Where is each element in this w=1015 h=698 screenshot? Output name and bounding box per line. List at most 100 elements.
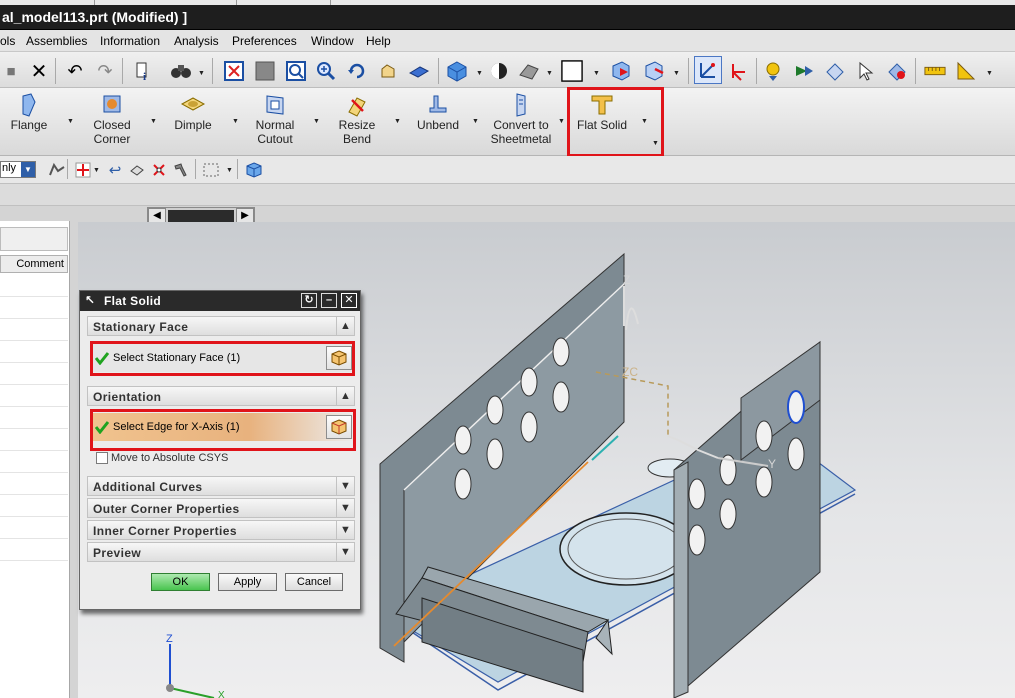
delete-icon[interactable]: ✕ bbox=[28, 60, 50, 83]
stationary-face-highlight bbox=[90, 341, 355, 376]
unbend-icon bbox=[424, 92, 452, 118]
outer-corner-section[interactable]: Outer Corner Properties ▼ bbox=[87, 498, 355, 518]
cube-icon[interactable] bbox=[243, 159, 265, 181]
menu-help[interactable]: Help bbox=[366, 34, 391, 48]
menu-information[interactable]: Information bbox=[100, 34, 160, 48]
normal-cutout-button[interactable]: Normal Cutout bbox=[250, 92, 300, 146]
zoom-in-out-icon[interactable] bbox=[315, 60, 337, 82]
selection-box-icon[interactable] bbox=[200, 159, 222, 181]
reset-icon[interactable]: ↻ bbox=[301, 293, 317, 308]
edge-display-icon[interactable] bbox=[518, 60, 540, 82]
inner-corner-section[interactable]: Inner Corner Properties ▼ bbox=[87, 520, 355, 540]
zoom-icon[interactable] bbox=[285, 60, 307, 82]
orientation-section[interactable]: Orientation ▲ bbox=[87, 386, 355, 406]
svg-text:i: i bbox=[143, 71, 146, 81]
zoom-window-icon[interactable] bbox=[254, 60, 276, 82]
orientation-highlight bbox=[90, 409, 356, 451]
intersection-icon[interactable] bbox=[148, 159, 170, 181]
tool-3-icon[interactable] bbox=[824, 60, 846, 82]
snap-point-icon[interactable] bbox=[72, 159, 94, 181]
measure-icon[interactable] bbox=[924, 60, 946, 82]
dimple-button[interactable]: Dimple bbox=[170, 92, 216, 132]
additional-curves-section[interactable]: Additional Curves ▼ bbox=[87, 476, 355, 496]
selection-toolbar: nly ▼ ▼ ↩ ▼ bbox=[0, 156, 1015, 184]
scroll-thumb[interactable] bbox=[168, 210, 234, 222]
view-orient-icon[interactable] bbox=[610, 60, 632, 82]
color-box-icon[interactable] bbox=[561, 60, 583, 82]
z-axis-label: Z bbox=[623, 273, 630, 287]
dialog-icon: ↖ bbox=[85, 293, 96, 307]
chevron-down-icon: ▼ bbox=[21, 162, 35, 177]
rendering-style-icon[interactable] bbox=[446, 60, 468, 82]
flange-button[interactable]: Flange bbox=[8, 92, 50, 132]
navigator-header bbox=[0, 227, 68, 251]
snap-view-icon[interactable] bbox=[643, 60, 665, 82]
cursor-icon[interactable] bbox=[855, 60, 877, 82]
tool-1-icon[interactable] bbox=[762, 60, 784, 82]
move-to-absolute-csys-checkbox[interactable]: Move to Absolute CSYS bbox=[96, 452, 228, 465]
csys-x-label: X bbox=[218, 690, 225, 698]
resource-bar bbox=[0, 184, 1015, 206]
redo-icon[interactable]: ↷ bbox=[94, 60, 116, 82]
menu-bar: ols Assemblies Information Analysis Pref… bbox=[0, 30, 1015, 52]
pan-icon[interactable] bbox=[377, 60, 399, 82]
window-tab-strip bbox=[0, 0, 1015, 5]
menu-analysis[interactable]: Analysis bbox=[174, 34, 219, 48]
binoculars-icon[interactable] bbox=[170, 60, 192, 82]
zc-label: ZC bbox=[622, 365, 638, 379]
curve-rule-icon[interactable]: ↩ bbox=[104, 159, 126, 181]
unbend-button[interactable]: Unbend bbox=[414, 92, 462, 132]
chevron-down-icon[interactable]: ▼ bbox=[336, 477, 354, 495]
resize-bend-button[interactable]: Resize Bend bbox=[334, 92, 380, 146]
cancel-button[interactable]: Cancel bbox=[285, 573, 343, 591]
resize-bend-icon bbox=[343, 92, 371, 118]
selection-filter-select[interactable]: nly ▼ bbox=[0, 161, 36, 178]
wcs-icon[interactable] bbox=[694, 56, 722, 84]
fit-icon[interactable] bbox=[223, 60, 245, 82]
dialog-title-bar[interactable]: ↖ Flat Solid ↻ – ✕ bbox=[80, 291, 360, 311]
select-information-icon[interactable]: i bbox=[133, 60, 155, 82]
tool-2-icon[interactable] bbox=[793, 60, 815, 82]
menu-tools[interactable]: ols bbox=[0, 34, 15, 48]
flat-solid-dialog: ↖ Flat Solid ↻ – ✕ Stationary Face ▲ Sel… bbox=[79, 290, 361, 610]
paste-icon[interactable]: ■ bbox=[0, 60, 22, 82]
y-axis-label: Y bbox=[768, 457, 776, 471]
tool-4-icon[interactable] bbox=[886, 60, 908, 82]
stationary-face-section[interactable]: Stationary Face ▲ bbox=[87, 316, 355, 336]
closed-corner-button[interactable]: Closed Corner bbox=[86, 92, 138, 146]
background-icon[interactable] bbox=[488, 60, 510, 82]
perspective-icon[interactable] bbox=[408, 60, 430, 82]
convert-to-sheetmetal-icon bbox=[507, 92, 535, 118]
closed-corner-icon bbox=[98, 92, 126, 118]
chevron-up-icon[interactable]: ▲ bbox=[336, 317, 354, 335]
chevron-down-icon[interactable]: ▼ bbox=[336, 543, 354, 561]
title-bar: al_model113.prt (Modified) ] bbox=[0, 0, 1015, 30]
wcs-dynamics-icon[interactable] bbox=[727, 60, 749, 82]
close-icon[interactable]: ✕ bbox=[341, 293, 357, 308]
preview-section[interactable]: Preview ▼ bbox=[87, 542, 355, 562]
face-rule-icon[interactable] bbox=[126, 159, 148, 181]
menu-assemblies[interactable]: Assemblies bbox=[26, 34, 87, 48]
window-title: al_model113.prt (Modified) ] bbox=[2, 9, 188, 25]
tool-hammer-icon[interactable] bbox=[170, 159, 192, 181]
filter-icon[interactable] bbox=[46, 159, 68, 181]
minimize-icon[interactable]: – bbox=[321, 293, 337, 308]
menu-preferences[interactable]: Preferences bbox=[232, 34, 297, 48]
chevron-up-icon[interactable]: ▲ bbox=[336, 387, 354, 405]
comment-column-header[interactable]: Comment bbox=[0, 255, 68, 273]
csys-z-label: Z bbox=[166, 633, 173, 645]
rotate-icon[interactable] bbox=[346, 60, 368, 82]
ok-button[interactable]: OK bbox=[151, 573, 210, 591]
menu-window[interactable]: Window bbox=[311, 34, 354, 48]
standard-toolbar: ■ ✕ ↶ ↷ i ▼ ▼ ▼ ▼ ▼ ▼ bbox=[0, 52, 1015, 88]
normal-cutout-icon bbox=[261, 92, 289, 118]
apply-button[interactable]: Apply bbox=[218, 573, 277, 591]
chevron-down-icon[interactable]: ▼ bbox=[336, 499, 354, 517]
convert-to-sheetmetal-button[interactable]: Convert to Sheetmetal bbox=[488, 92, 554, 146]
undo-icon[interactable]: ↶ bbox=[64, 60, 86, 82]
flange-icon bbox=[15, 92, 43, 118]
checkbox-box[interactable] bbox=[96, 452, 108, 465]
chevron-down-icon[interactable]: ▼ bbox=[336, 521, 354, 539]
dimple-icon bbox=[179, 92, 207, 118]
angle-measure-icon[interactable] bbox=[955, 60, 977, 82]
